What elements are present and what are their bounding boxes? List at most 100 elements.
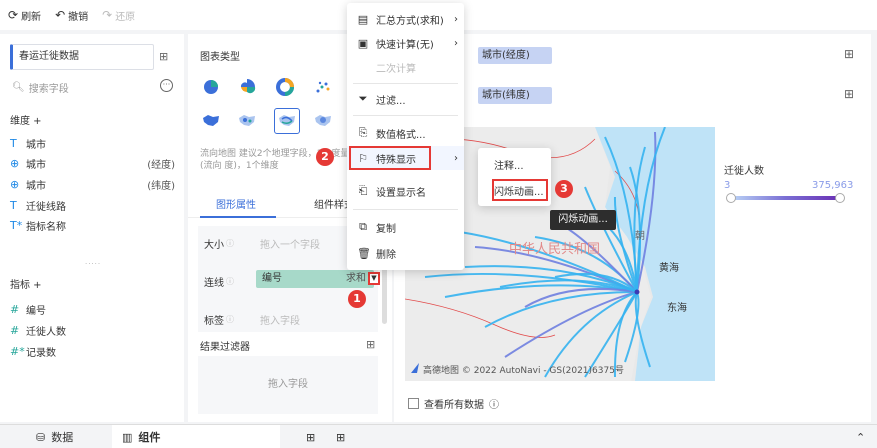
dimension-section-title: 维度 + — [10, 116, 42, 127]
number-type-icon: # — [10, 303, 20, 316]
map-label-yellow-sea: 黄海 — [659, 261, 679, 274]
dimension-field-city[interactable]: T 城市 — [10, 136, 175, 151]
map-label-country: 中华人民共和国 — [509, 242, 600, 257]
chart-type-scatter-icon[interactable] — [312, 76, 334, 98]
legend-gradient-bar — [730, 196, 840, 200]
chart-type-flow-map-icon[interactable] — [274, 108, 300, 134]
tab-graphic-properties[interactable]: 图形属性 — [216, 196, 256, 211]
map-attribution: 高德地图 © 2022 AutoNavi - GS(2021)6375号 — [423, 364, 624, 376]
text-type-icon: T — [10, 199, 17, 212]
database-icon: ⛁ — [36, 430, 46, 444]
dimension-field-route[interactable]: T 迁徙线路 — [10, 198, 175, 213]
more-options-icon[interactable]: ··· — [160, 79, 173, 92]
text-type-icon: T — [10, 137, 17, 150]
menu-item-delete[interactable]: 🗑︎ 删除 — [347, 241, 464, 265]
menu-item-rename[interactable]: ⎗ 设置显示名 — [347, 179, 464, 203]
submenu-item-annotation[interactable]: 注释... — [478, 152, 551, 176]
redo-button[interactable]: ↷ 还原 — [102, 8, 135, 23]
legend-min-handle[interactable] — [726, 193, 736, 203]
chart-type-pie-icon[interactable] — [200, 76, 222, 98]
add-dashboard-button[interactable]: ⊞ — [326, 425, 355, 448]
dimension-field-city-lat[interactable]: ⊕ 城市 (纬度) — [10, 177, 175, 192]
switch-dataset-icon[interactable]: ⊞ — [159, 50, 168, 63]
latitude-shelf: 城市(纬度) ⊞ — [394, 80, 871, 110]
menu-item-copy[interactable]: ⧉ 复制 — [347, 215, 464, 239]
field-panel: 春运迁徙数据 ⊞ 🔍︎ 搜索字段 ··· 维度 + T 城市 ⊕ 城市 (经度) ⊕ 城市… — [0, 34, 184, 422]
menu-item-filter[interactable]: ⏷ 过滤... — [347, 87, 464, 111]
step-badge-1: 1 — [348, 290, 366, 308]
result-filter-drop-zone[interactable]: 拖入字段 — [198, 356, 378, 414]
field-context-menu: ▤ 汇总方式(求和) › ▣ 快速计算(无) › 二次计算 ⏷ 过滤... ⎘ 数值格式..… — [347, 3, 464, 270]
help-icon[interactable]: ⓘ — [226, 314, 234, 325]
show-all-checkbox[interactable] — [408, 398, 419, 409]
map-label-east-sea: 东海 — [667, 301, 687, 314]
longitude-field-pill[interactable]: 城市(经度) — [478, 47, 552, 64]
refresh-button[interactable]: ⟳ 刷新 — [8, 8, 41, 23]
field-search[interactable]: 🔍︎ 搜索字段 — [12, 80, 69, 95]
undo-icon: ↶ — [55, 8, 66, 22]
calc-icon: ▣ — [357, 36, 369, 50]
text-calc-icon: T* — [10, 219, 23, 232]
undo-button[interactable]: ↶ 撤销 — [55, 8, 88, 23]
legend-max-value: 375,963 — [812, 180, 854, 191]
legend-max-handle[interactable] — [835, 193, 845, 203]
measure-field-migrants[interactable]: # 迁徙人数 — [10, 323, 175, 338]
dataset-selector[interactable]: 春运迁徙数据 — [10, 44, 154, 70]
add-chart-icon: ⊞ — [306, 430, 316, 444]
menu-item-secondary-calc[interactable]: 二次计算 — [347, 55, 464, 79]
size-drop-zone[interactable]: 拖入一个字段 — [260, 236, 320, 251]
menu-separator — [353, 83, 458, 84]
result-filter-title: 结果过滤器 — [200, 342, 250, 353]
globe-icon: ⊕ — [10, 157, 20, 170]
format-icon: ⎘ — [358, 126, 368, 139]
chart-type-region-map-icon[interactable] — [200, 110, 222, 132]
filter-icon: ⏷ — [358, 92, 368, 105]
shelf-settings-icon[interactable]: ⊞ — [844, 47, 854, 61]
chart-type-heat-map-icon[interactable] — [312, 110, 334, 132]
measure-field-id[interactable]: # 编号 — [10, 302, 175, 317]
chart-type-rose-icon[interactable] — [236, 76, 258, 98]
help-icon[interactable]: ⓘ — [226, 238, 234, 249]
map-label-peninsula: 朝 — [635, 230, 645, 242]
chart-type-donut-icon[interactable] — [274, 76, 296, 98]
chart-type-point-map-icon[interactable] — [236, 110, 258, 132]
special-display-highlight — [349, 146, 431, 170]
show-all-data[interactable]: 查看所有数据 ⓘ — [408, 396, 499, 411]
dimension-field-city-lng[interactable]: ⊕ 城市 (经度) — [10, 156, 175, 171]
chart-canvas-panel: 城市(经度) ⊞ 城市(纬度) ⊞ 中华人民共和国 黄海 东海 朝 高德地图 ©… — [394, 34, 871, 422]
shelf-settings-icon[interactable]: ⊞ — [844, 87, 854, 101]
help-icon[interactable]: ⓘ — [226, 276, 234, 287]
info-icon[interactable]: ⓘ — [489, 396, 499, 411]
active-tab-indicator — [200, 216, 276, 218]
refresh-icon: ⟳ — [8, 8, 19, 22]
flash-animation-tooltip: 闪烁动画... — [550, 210, 616, 230]
summary-icon: ▤ — [357, 12, 369, 26]
measure-field-record-count[interactable]: #* 记录数 — [10, 344, 175, 359]
longitude-shelf: 城市(经度) ⊞ — [394, 40, 871, 70]
menu-item-number-format[interactable]: ⎘ 数值格式... — [347, 121, 464, 145]
line-field-dropdown-button[interactable]: ▼ — [368, 272, 380, 285]
collapse-button[interactable]: ⌃ — [846, 425, 875, 448]
menu-item-summary[interactable]: ▤ 汇总方式(求和) › — [347, 7, 464, 31]
panel-resize-handle[interactable]: ····· — [85, 260, 101, 268]
label-property-label: 标签 ⓘ — [204, 314, 234, 327]
special-display-submenu: 注释... 闪烁动画... — [478, 148, 551, 206]
tab-component[interactable]: ▥ 组件 — [112, 425, 280, 448]
menu-item-quick-calc[interactable]: ▣ 快速计算(无) › — [347, 31, 464, 55]
line-property-label: 连线 ⓘ — [204, 276, 234, 289]
step-badge-2: 2 — [316, 148, 334, 166]
tab-data[interactable]: ⛁ 数据 — [26, 425, 83, 448]
latitude-field-pill[interactable]: 城市(纬度) — [478, 87, 552, 104]
filter-settings-icon[interactable]: ⊞ — [366, 338, 375, 351]
label-drop-zone[interactable]: 拖入字段 — [260, 312, 300, 327]
number-type-icon: # — [10, 324, 20, 337]
chevron-right-icon: › — [454, 152, 458, 164]
add-component-button[interactable]: ⊞ — [296, 425, 325, 448]
search-icon: 🔍︎ — [12, 82, 25, 93]
menu-separator — [353, 209, 458, 210]
dimension-field-metric-name[interactable]: T* 指标名称 — [10, 218, 175, 233]
chart-type-title: 图表类型 — [200, 52, 240, 63]
line-field-pill[interactable]: 编号 求和 — [256, 270, 374, 288]
delete-icon: 🗑︎ — [357, 246, 371, 260]
chevron-up-icon: ⌃ — [856, 430, 866, 444]
